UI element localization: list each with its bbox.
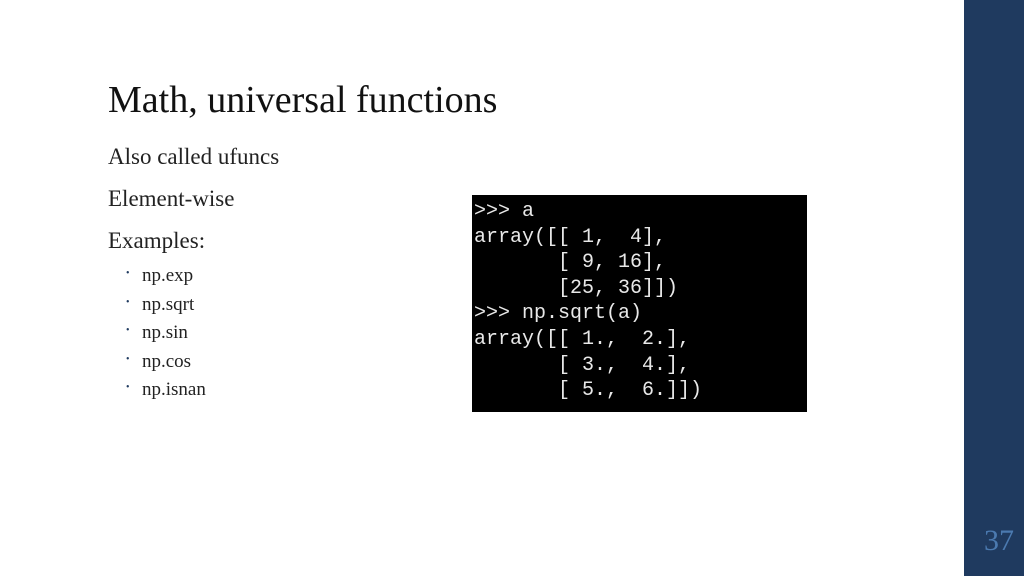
slide-title: Math, universal functions xyxy=(108,78,928,122)
subtitle-ufuncs: Also called ufuncs xyxy=(108,144,928,170)
sidebar-accent: 37 xyxy=(964,0,1024,576)
page-number: 37 xyxy=(984,524,1014,558)
terminal-output: >>> a array([[ 1, 4], [ 9, 16], [25, 36]… xyxy=(472,195,807,412)
